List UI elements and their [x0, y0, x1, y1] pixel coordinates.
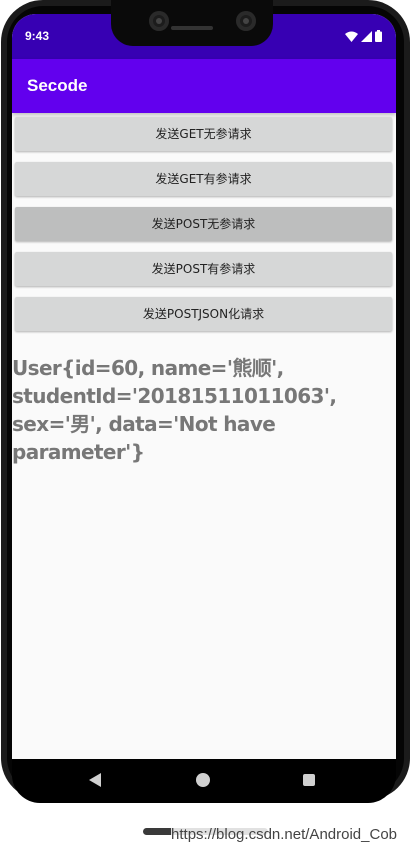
get-with-param-button[interactable]: 发送GET有参请求	[15, 162, 392, 196]
front-camera-icon	[149, 11, 169, 31]
watermark: https://blog.csdn.net/Android_Cob	[171, 826, 397, 843]
camera-notch	[111, 0, 273, 46]
post-json-button[interactable]: 发送POSTJSON化请求	[15, 297, 392, 331]
recents-icon[interactable]	[303, 774, 315, 786]
phone-device: 9:43 Secode 发送GET无参请求 发送GET有参请求 发送POST无参…	[0, 0, 411, 855]
response-text: User{id=60, name='熊顺', studentId='201815…	[12, 356, 337, 464]
app-title: Secode	[27, 76, 88, 95]
signal-icon	[361, 30, 372, 42]
post-with-param-button[interactable]: 发送POST有参请求	[15, 252, 392, 286]
wifi-icon	[345, 31, 358, 42]
earpiece-speaker	[171, 26, 213, 30]
back-icon[interactable]	[89, 773, 101, 787]
battery-icon	[375, 30, 382, 42]
navigation-bar	[12, 759, 396, 803]
get-no-param-button[interactable]: 发送GET无参请求	[15, 117, 392, 151]
status-time: 9:43	[25, 29, 50, 43]
app-bar: Secode	[12, 59, 396, 113]
home-icon[interactable]	[196, 773, 210, 787]
phone-screen: 9:43 Secode 发送GET无参请求 发送GET有参请求 发送POST无参…	[12, 14, 396, 759]
front-sensor-icon	[236, 11, 256, 31]
post-no-param-button[interactable]: 发送POST无参请求	[15, 207, 392, 241]
